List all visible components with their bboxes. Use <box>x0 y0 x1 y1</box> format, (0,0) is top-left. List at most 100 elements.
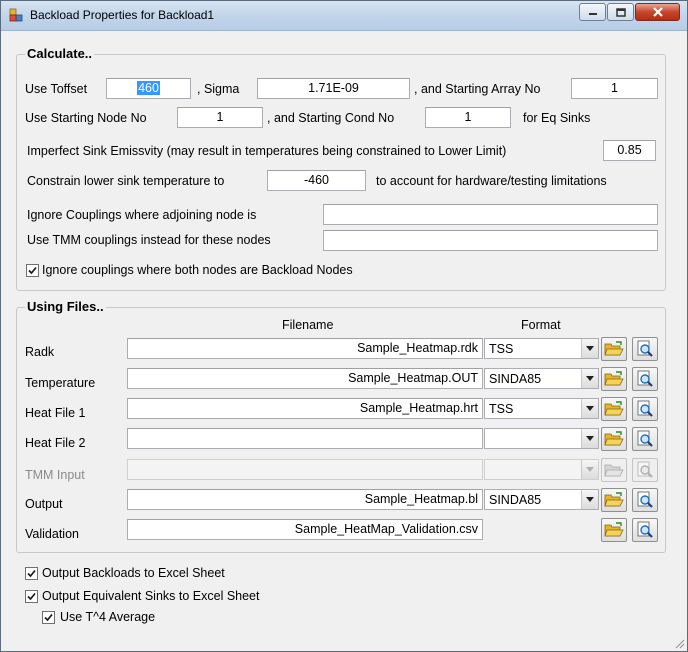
output-format-value: SINDA85 <box>489 493 542 507</box>
starting-cond-input[interactable]: 1 <box>425 107 511 128</box>
checkmark-icon <box>27 592 36 601</box>
heat-file-2-format-select[interactable] <box>484 428 599 449</box>
heat-file-2-browse-button[interactable] <box>601 427 627 451</box>
temperature-filename-input[interactable]: Sample_Heatmap.OUT <box>127 368 483 389</box>
filename-column-header: Filename <box>282 318 334 332</box>
tmm-input-filename-input[interactable] <box>127 459 483 480</box>
radk-filename-input[interactable]: Sample_Heatmap.rdk <box>127 338 483 359</box>
emissivity-label: Imperfect Sink Emissvity (may result in … <box>27 144 507 158</box>
using-files-group-title: Using Files.. <box>25 299 106 314</box>
heat-file-1-format-select[interactable]: TSS <box>484 398 599 419</box>
format-column-header: Format <box>521 318 561 332</box>
temperature-label: Temperature <box>25 376 96 390</box>
t4-average-label: Use T^4 Average <box>60 610 156 624</box>
ignore-couplings-label: Ignore Couplings where adjoining node is <box>27 208 257 222</box>
toffset-input[interactable]: 460 <box>106 78 191 99</box>
calculate-group-title: Calculate.. <box>25 46 95 61</box>
backload-properties-window: Backload Properties for Backload1 Calcul… <box>0 0 688 652</box>
temperature-format-select[interactable]: SINDA85 <box>484 368 599 389</box>
constrain-label: Constrain lower sink temperature to <box>27 174 225 188</box>
starting-cond-label: , and Starting Cond No <box>267 111 395 125</box>
temperature-format-value: SINDA85 <box>489 372 542 386</box>
minimize-icon <box>588 13 597 15</box>
maximize-button[interactable] <box>607 3 634 21</box>
close-icon <box>652 7 663 17</box>
backloads-excel-checkbox[interactable] <box>25 567 38 580</box>
validation-browse-button[interactable] <box>601 518 627 542</box>
radk-format-value: TSS <box>489 342 514 356</box>
open-folder-icon <box>604 401 624 416</box>
output-view-button[interactable] <box>632 488 658 512</box>
output-format-select[interactable]: SINDA85 <box>484 489 599 510</box>
starting-array-input[interactable]: 1 <box>571 78 658 99</box>
backloads-excel-label: Output Backloads to Excel Sheet <box>42 566 225 580</box>
heat-file-2-view-button[interactable] <box>632 427 658 451</box>
chevron-down-icon <box>581 460 598 479</box>
starting-array-label: , and Starting Array No <box>414 82 541 96</box>
window-title: Backload Properties for Backload1 <box>30 8 215 22</box>
eq-sinks-excel-checkbox[interactable] <box>25 590 38 603</box>
validation-filename-input[interactable]: Sample_HeatMap_Validation.csv <box>127 519 483 540</box>
open-folder-icon <box>604 371 624 386</box>
radk-view-button[interactable] <box>632 337 658 361</box>
magnifier-view-icon <box>637 340 653 357</box>
heat-file-1-format-value: TSS <box>489 402 514 416</box>
toffset-value: 460 <box>137 81 160 95</box>
heat-file-1-label: Heat File 1 <box>25 406 86 420</box>
open-folder-icon <box>604 431 624 446</box>
starting-node-label: Use Starting Node No <box>25 111 147 125</box>
app-icon <box>9 8 23 22</box>
magnifier-view-icon <box>637 491 653 508</box>
heat-file-2-filename-input[interactable] <box>127 428 483 449</box>
chevron-down-icon <box>581 399 598 418</box>
emissivity-input[interactable]: 0.85 <box>603 140 656 161</box>
magnifier-view-icon <box>637 521 653 538</box>
magnifier-view-icon <box>637 370 653 387</box>
use-toffset-label: Use Toffset <box>25 82 88 96</box>
ignore-couplings-input[interactable] <box>323 204 658 225</box>
validation-label: Validation <box>25 527 79 541</box>
eq-sinks-excel-label: Output Equivalent Sinks to Excel Sheet <box>42 589 260 603</box>
temperature-view-button[interactable] <box>632 367 658 391</box>
validation-view-button[interactable] <box>632 518 658 542</box>
output-label: Output <box>25 497 63 511</box>
t4-average-checkbox[interactable] <box>42 611 55 624</box>
tmm-couplings-input[interactable] <box>323 230 658 251</box>
open-folder-icon <box>604 464 624 477</box>
chevron-down-icon <box>581 490 598 509</box>
tmm-input-browse-button[interactable] <box>601 458 627 482</box>
constrain-suffix-label: to account for hardware/testing limitati… <box>376 174 607 188</box>
chevron-down-icon <box>581 429 598 448</box>
radk-label: Radk <box>25 345 55 359</box>
sigma-input[interactable]: 1.71E-09 <box>257 78 410 99</box>
checkmark-icon <box>27 569 36 578</box>
title-bar[interactable]: Backload Properties for Backload1 <box>1 1 687 31</box>
eq-sinks-label: for Eq Sinks <box>523 111 591 125</box>
output-browse-button[interactable] <box>601 488 627 512</box>
radk-browse-button[interactable] <box>601 337 627 361</box>
tmm-input-view-button[interactable] <box>632 458 658 482</box>
temperature-browse-button[interactable] <box>601 367 627 391</box>
starting-node-input[interactable]: 1 <box>177 107 263 128</box>
ignore-backload-checkbox[interactable] <box>26 264 39 277</box>
radk-format-select[interactable]: TSS <box>484 338 599 359</box>
magnifier-view-icon <box>637 400 653 417</box>
heat-file-1-browse-button[interactable] <box>601 397 627 421</box>
open-folder-icon <box>604 341 624 356</box>
maximize-icon <box>615 7 626 17</box>
resize-grip-icon[interactable] <box>673 637 685 649</box>
checkmark-icon <box>44 613 53 622</box>
chevron-down-icon <box>581 339 598 358</box>
heat-file-1-view-button[interactable] <box>632 397 658 421</box>
heat-file-1-filename-input[interactable]: Sample_Heatmap.hrt <box>127 398 483 419</box>
sigma-label: , Sigma <box>197 82 240 96</box>
heat-file-2-label: Heat File 2 <box>25 436 86 450</box>
output-filename-input[interactable]: Sample_Heatmap.bl <box>127 489 483 510</box>
close-button[interactable] <box>635 3 680 21</box>
tmm-couplings-label: Use TMM couplings instead for these node… <box>27 233 271 247</box>
constrain-input[interactable]: -460 <box>267 170 366 191</box>
tmm-input-format-select[interactable] <box>484 459 599 480</box>
checkmark-icon <box>28 266 37 275</box>
minimize-button[interactable] <box>579 3 606 21</box>
ignore-backload-label: Ignore couplings where both nodes are Ba… <box>42 263 353 277</box>
